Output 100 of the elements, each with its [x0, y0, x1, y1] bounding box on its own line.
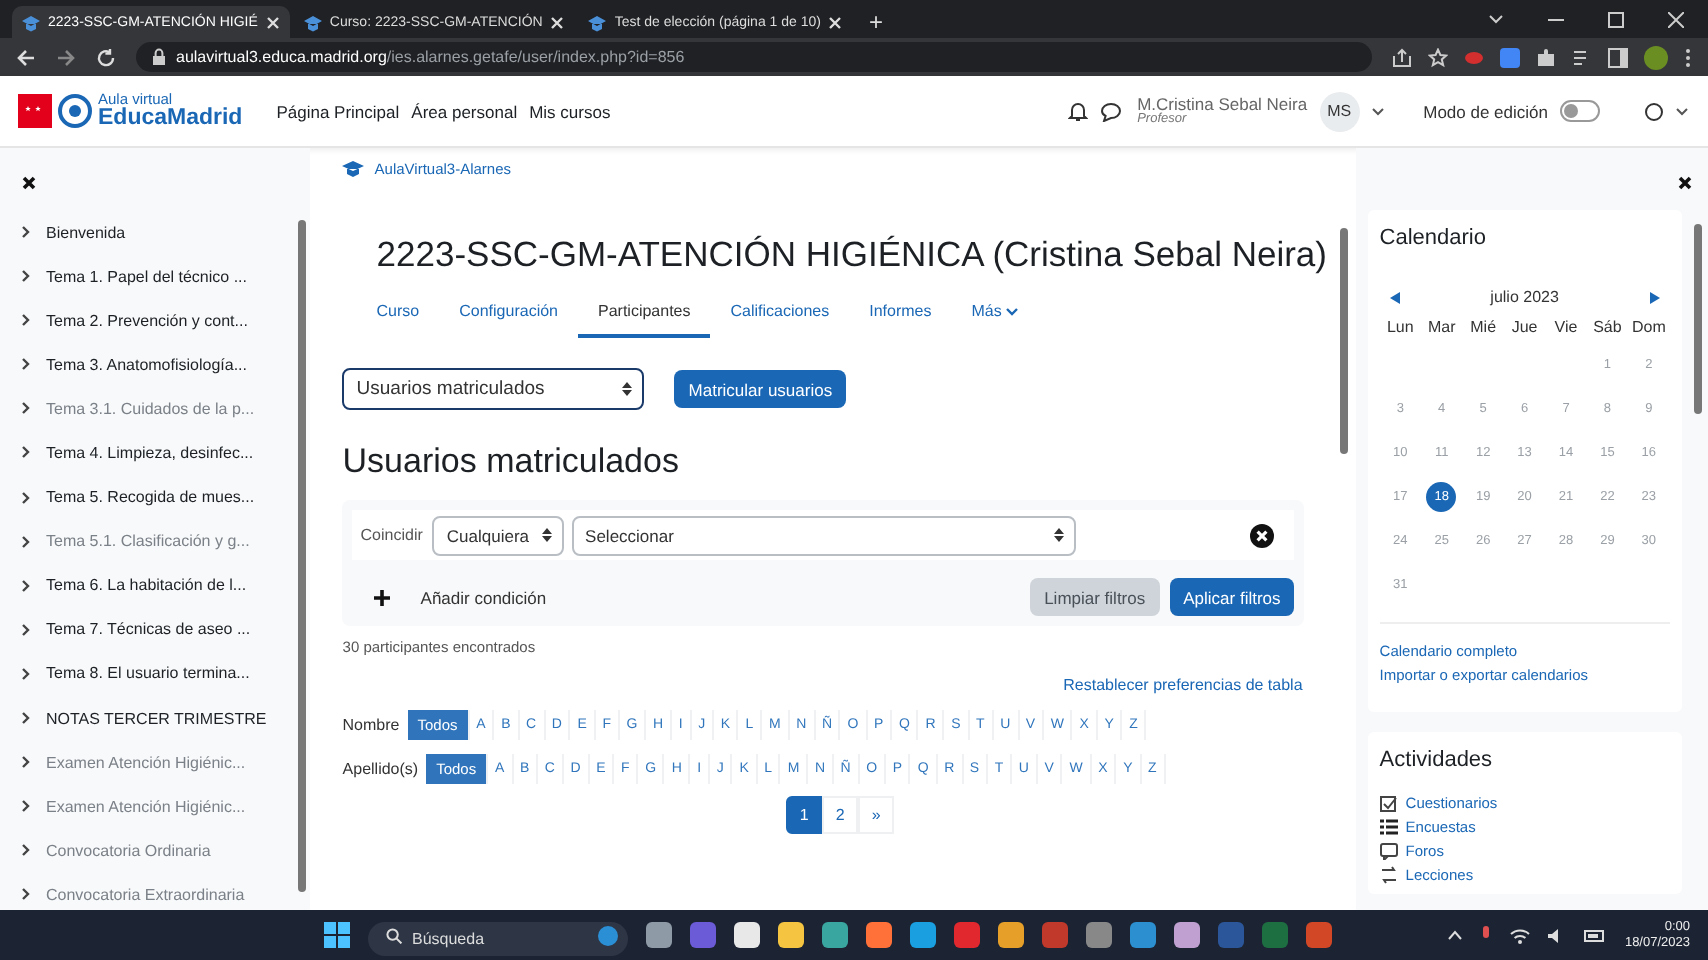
section-link[interactable]: Tema 8. El usuario termina...: [22, 659, 311, 688]
chevron-right-icon: [22, 402, 30, 415]
app-icon[interactable]: [866, 922, 892, 948]
brand-name: EducaMadrid: [98, 107, 243, 130]
share-icon[interactable]: [1392, 47, 1412, 67]
reload-icon[interactable]: [96, 47, 116, 67]
section-link[interactable]: Tema 6. La habitación de l...: [22, 571, 311, 600]
section-link[interactable]: Tema 4. Limpieza, desinfec...: [22, 438, 311, 467]
match-select[interactable]: Cualquiera: [432, 515, 564, 555]
globe-logo-icon: [58, 94, 92, 128]
windows-logo-icon[interactable]: [324, 922, 350, 948]
sidepanel-icon[interactable]: [1608, 47, 1628, 67]
section-link[interactable]: Bienvenida: [22, 218, 311, 246]
profile-avatar-icon[interactable]: [1644, 45, 1668, 69]
edit-mode-toggle[interactable]: [1560, 100, 1600, 122]
wifi-icon[interactable]: [1510, 927, 1531, 943]
page-link[interactable]: »: [858, 796, 895, 834]
course-tab[interactable]: Curso: [356, 292, 440, 338]
sort-arrows-icon: [622, 382, 633, 396]
previous-month-icon[interactable]: [1389, 291, 1400, 303]
route-icon: [1379, 865, 1398, 883]
page-link[interactable]: 1: [786, 796, 823, 834]
user-avatar[interactable]: MS: [1319, 91, 1360, 131]
section-link[interactable]: Convocatoria Ordinaria: [22, 836, 311, 865]
app-icon[interactable]: [822, 922, 848, 948]
remove-condition-icon[interactable]: [1250, 523, 1275, 547]
sort-arrows-icon: [1053, 528, 1064, 542]
close-icon[interactable]: [1678, 176, 1692, 190]
section-link[interactable]: Tema 5.1. Clasificación y g...: [22, 527, 311, 556]
close-icon[interactable]: [22, 176, 36, 190]
playlist-icon[interactable]: [1572, 47, 1592, 67]
new-tab-button[interactable]: +: [856, 6, 895, 38]
course-tab[interactable]: Más: [951, 292, 1038, 338]
bell-icon[interactable]: [1067, 100, 1088, 122]
chevron-right-icon: [22, 226, 30, 238]
forward-arrow-icon[interactable]: [56, 47, 76, 67]
search-field[interactable]: Búsqueda: [368, 922, 628, 956]
maximize-icon[interactable]: [1608, 12, 1624, 28]
section-link[interactable]: Tema 7. Técnicas de aseo ...: [22, 615, 311, 644]
section-link[interactable]: Tema 5. Recogida de mues...: [22, 483, 311, 512]
app-icon[interactable]: [1174, 922, 1200, 948]
chevron-up-icon[interactable]: [1448, 930, 1463, 940]
app-icon[interactable]: [734, 922, 760, 948]
initials-label: Apellido(s): [342, 760, 419, 778]
course-tab[interactable]: Informes: [849, 292, 952, 338]
sort-arrows-icon: [541, 528, 552, 542]
condition-select[interactable]: Seleccionar: [571, 515, 1076, 555]
scrollbar[interactable]: [1694, 224, 1702, 414]
chevron-down-icon[interactable]: [1488, 14, 1504, 26]
caret-icon[interactable]: [1371, 107, 1384, 115]
enrol-users-button[interactable]: Matricular usuarios: [674, 370, 847, 408]
chevron-right-icon: [22, 756, 30, 769]
section-link[interactable]: Convocatoria Extraordinaria: [22, 880, 311, 909]
address-field[interactable]: aulavirtual3.educa.madrid.org/ies.alarnes.getafe/user/index.php?id=856: [136, 42, 1372, 72]
chevron-right-icon: [22, 270, 30, 283]
star-icon[interactable]: [1428, 47, 1448, 67]
course-tab[interactable]: Calificaciones: [710, 292, 850, 338]
mortarboard-icon: [342, 159, 365, 177]
add-condition-link[interactable]: Añadir condición: [420, 587, 547, 607]
chevron-right-icon: [22, 491, 30, 504]
section-link[interactable]: NOTAS TERCER TRIMESTRE: [22, 704, 311, 733]
weekday-label: Jue: [1509, 316, 1540, 340]
section-link[interactable]: Examen Atención Higiénic...: [22, 748, 311, 777]
enrolment-select[interactable]: Usuarios matriculados: [342, 368, 645, 410]
chevron-right-icon: [22, 800, 30, 813]
clear-filters-button[interactable]: Limpiar filtros: [1030, 578, 1160, 616]
section-link[interactable]: Tema 2. Prevención y cont...: [22, 306, 311, 335]
course-tab[interactable]: Participantes: [578, 292, 711, 338]
next-month-icon[interactable]: [1649, 291, 1660, 303]
nav-link[interactable]: Área personal: [411, 101, 518, 121]
edit-mode-label: Modo de edición: [1423, 101, 1548, 121]
block-title: Actividades: [1379, 748, 1495, 772]
scrollbar[interactable]: [1339, 228, 1348, 454]
course-tab[interactable]: Configuración: [439, 292, 578, 338]
plus-icon[interactable]: [374, 589, 391, 605]
section-link[interactable]: Tema 3.1. Cuidados de la p...: [22, 394, 311, 423]
app-icon[interactable]: [646, 922, 672, 948]
microphone-icon[interactable]: [1480, 926, 1493, 944]
chevron-right-icon: [22, 579, 30, 592]
app-icon[interactable]: [910, 922, 936, 948]
nav-link[interactable]: Página Principal: [276, 101, 400, 121]
weekday-label: Mié: [1468, 316, 1499, 340]
reset-table-link[interactable]: Restablecer preferencias de tabla: [1063, 676, 1303, 694]
app-icon[interactable]: [778, 922, 804, 948]
app-icon[interactable]: [998, 922, 1024, 948]
scrollbar[interactable]: [298, 220, 307, 892]
section-link[interactable]: Examen Atención Higiénic...: [22, 792, 311, 821]
weekday-label: Mar: [1425, 316, 1458, 340]
back-arrow-icon[interactable]: [16, 47, 36, 67]
more-icon[interactable]: [1684, 47, 1692, 67]
chevron-right-icon: [22, 446, 30, 459]
nav-link[interactable]: Mis cursos: [529, 101, 611, 121]
chevron-right-icon: [22, 888, 30, 901]
caret-icon[interactable]: [1676, 107, 1688, 115]
page-link[interactable]: 2: [822, 796, 859, 834]
chat-icon[interactable]: [1099, 101, 1122, 121]
battery-icon[interactable]: [1584, 929, 1607, 941]
section-link[interactable]: Tema 1. Papel del técnico ...: [22, 262, 311, 291]
section-link[interactable]: Tema 3. Anatomofisiología...: [22, 350, 311, 379]
apply-filters-button[interactable]: Aplicar filtros: [1169, 578, 1295, 616]
